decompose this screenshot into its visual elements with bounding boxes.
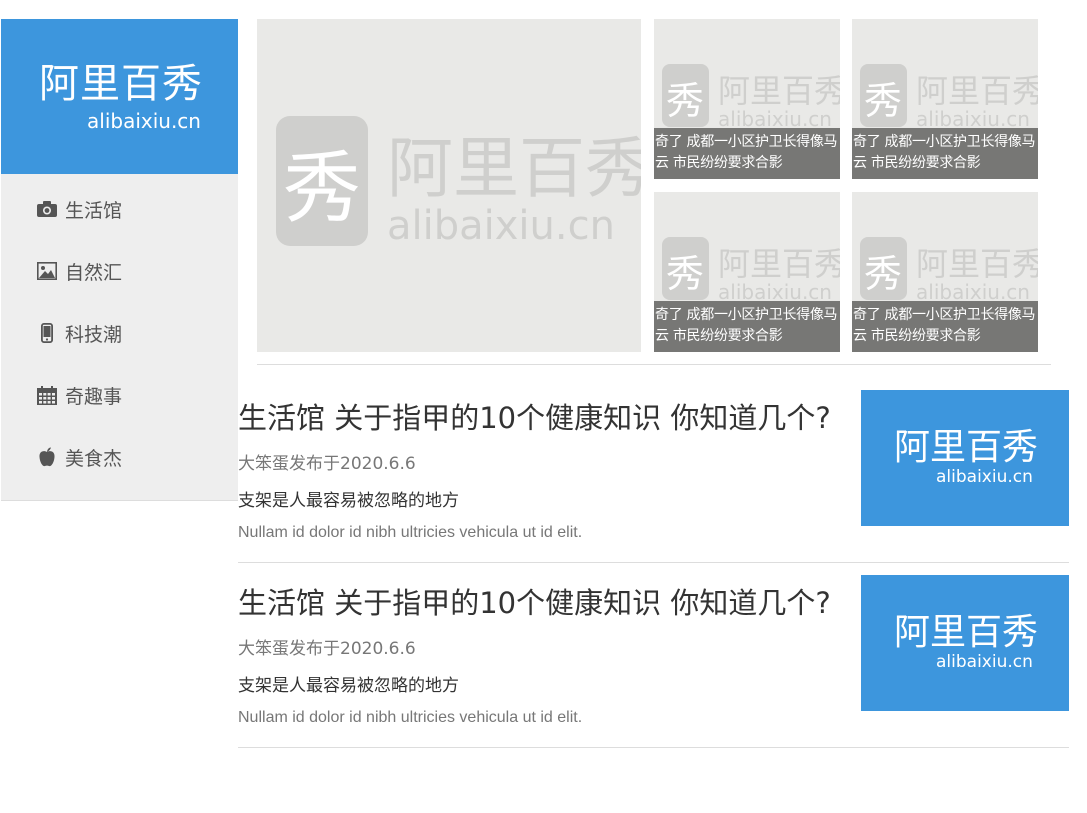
tile-caption: 奇了 成都一小区护卫长得像马云 市民纷纷要求合影 [852,301,1038,352]
nav-item-label: 自然汇 [65,262,123,284]
watermark-en: alibaixiu.cn [387,203,615,249]
article-summary: 支架是人最容易被忽略的地方 [238,676,459,696]
article-item: 生活馆 关于指甲的10个健康知识 你知道几个? 大笨蛋发布于2020.6.6 支… [238,390,1069,563]
svg-text:阿里百秀: 阿里百秀 [916,245,1038,283]
tile-caption: 奇了 成都一小区护卫长得像马云 市民纷纷要求合影 [654,301,840,352]
calendar-icon [37,385,57,405]
nav-item-kejichao[interactable]: 科技潮 [1,301,238,363]
sidebar: 阿里百秀 alibaixiu.cn 生活馆 自然汇 科技潮 奇趣事 美食杰 [1,19,238,501]
thumb-logo-en: alibaixiu.cn [936,467,1033,487]
nav-item-label: 生活馆 [65,200,123,222]
article-summary: 支架是人最容易被忽略的地方 [238,491,459,511]
svg-text:阿里百秀: 阿里百秀 [916,72,1038,110]
tile-caption: 奇了 成都一小区护卫长得像马云 市民纷纷要求合影 [852,128,1038,179]
nav-item-shenghuoguan[interactable]: 生活馆 [1,177,238,239]
article-excerpt: Nullam id dolor id nibh ultricies vehicu… [238,524,583,541]
featured-slide[interactable]: 秀 阿里百秀 alibaixiu.cn [257,19,641,352]
nav-item-label: 奇趣事 [65,386,123,408]
svg-text:秀: 秀 [864,252,902,296]
article-excerpt: Nullam id dolor id nibh ultricies vehicu… [238,709,583,726]
thumb-logo-en: alibaixiu.cn [936,652,1033,672]
logo-text-zh: 阿里百秀 [39,61,203,107]
news-tile[interactable]: 秀 阿里百秀 alibaixiu.cn 奇了 成都一小区护卫长得像马云 市民纷纷… [654,192,840,352]
tile-caption: 奇了 成都一小区护卫长得像马云 市民纷纷要求合影 [654,128,840,179]
nav-item-label: 美食杰 [65,448,123,470]
article-item: 生活馆 关于指甲的10个健康知识 你知道几个? 大笨蛋发布于2020.6.6 支… [238,575,1069,748]
article-title[interactable]: 生活馆 关于指甲的10个健康知识 你知道几个? [238,583,831,623]
article-thumbnail[interactable]: 阿里百秀 alibaixiu.cn [861,575,1069,711]
phone-icon [37,323,57,343]
news-tile[interactable]: 秀 阿里百秀 alibaixiu.cn 奇了 成都一小区护卫长得像马云 市民纷纷… [852,19,1038,179]
nav-item-ziranhui[interactable]: 自然汇 [1,239,238,301]
watermark-logo-image: 秀 阿里百秀 alibaixiu.cn [276,116,641,249]
watermark-zh: 阿里百秀 [387,130,641,207]
apple-icon [37,447,57,467]
camera-icon [37,199,57,219]
svg-text:阿里百秀: 阿里百秀 [718,72,840,110]
thumb-logo-zh: 阿里百秀 [894,612,1039,653]
category-nav: 生活馆 自然汇 科技潮 奇趣事 美食杰 [1,177,238,487]
nav-item-qiqushi[interactable]: 奇趣事 [1,363,238,425]
section-divider [257,364,1051,365]
article-title[interactable]: 生活馆 关于指甲的10个健康知识 你知道几个? [238,398,831,438]
article-meta: 大笨蛋发布于2020.6.6 [238,454,416,474]
article-meta: 大笨蛋发布于2020.6.6 [238,639,416,659]
news-tile[interactable]: 秀 阿里百秀 alibaixiu.cn 奇了 成都一小区护卫长得像马云 市民纷纷… [654,19,840,179]
svg-text:秀: 秀 [666,79,704,123]
logo-text-en: alibaixiu.cn [87,109,201,133]
picture-icon [37,261,57,281]
nav-item-label: 科技潮 [65,324,123,346]
svg-text:秀: 秀 [864,79,902,123]
thumb-logo-zh: 阿里百秀 [894,427,1039,468]
nav-item-meishijie[interactable]: 美食杰 [1,425,238,487]
news-tile[interactable]: 秀 阿里百秀 alibaixiu.cn 奇了 成都一小区护卫长得像马云 市民纷纷… [852,192,1038,352]
site-logo[interactable]: 阿里百秀 alibaixiu.cn [1,19,238,174]
svg-text:阿里百秀: 阿里百秀 [718,245,840,283]
svg-text:秀: 秀 [666,252,704,296]
watermark-glyph: 秀 [283,144,361,234]
article-thumbnail[interactable]: 阿里百秀 alibaixiu.cn [861,390,1069,526]
